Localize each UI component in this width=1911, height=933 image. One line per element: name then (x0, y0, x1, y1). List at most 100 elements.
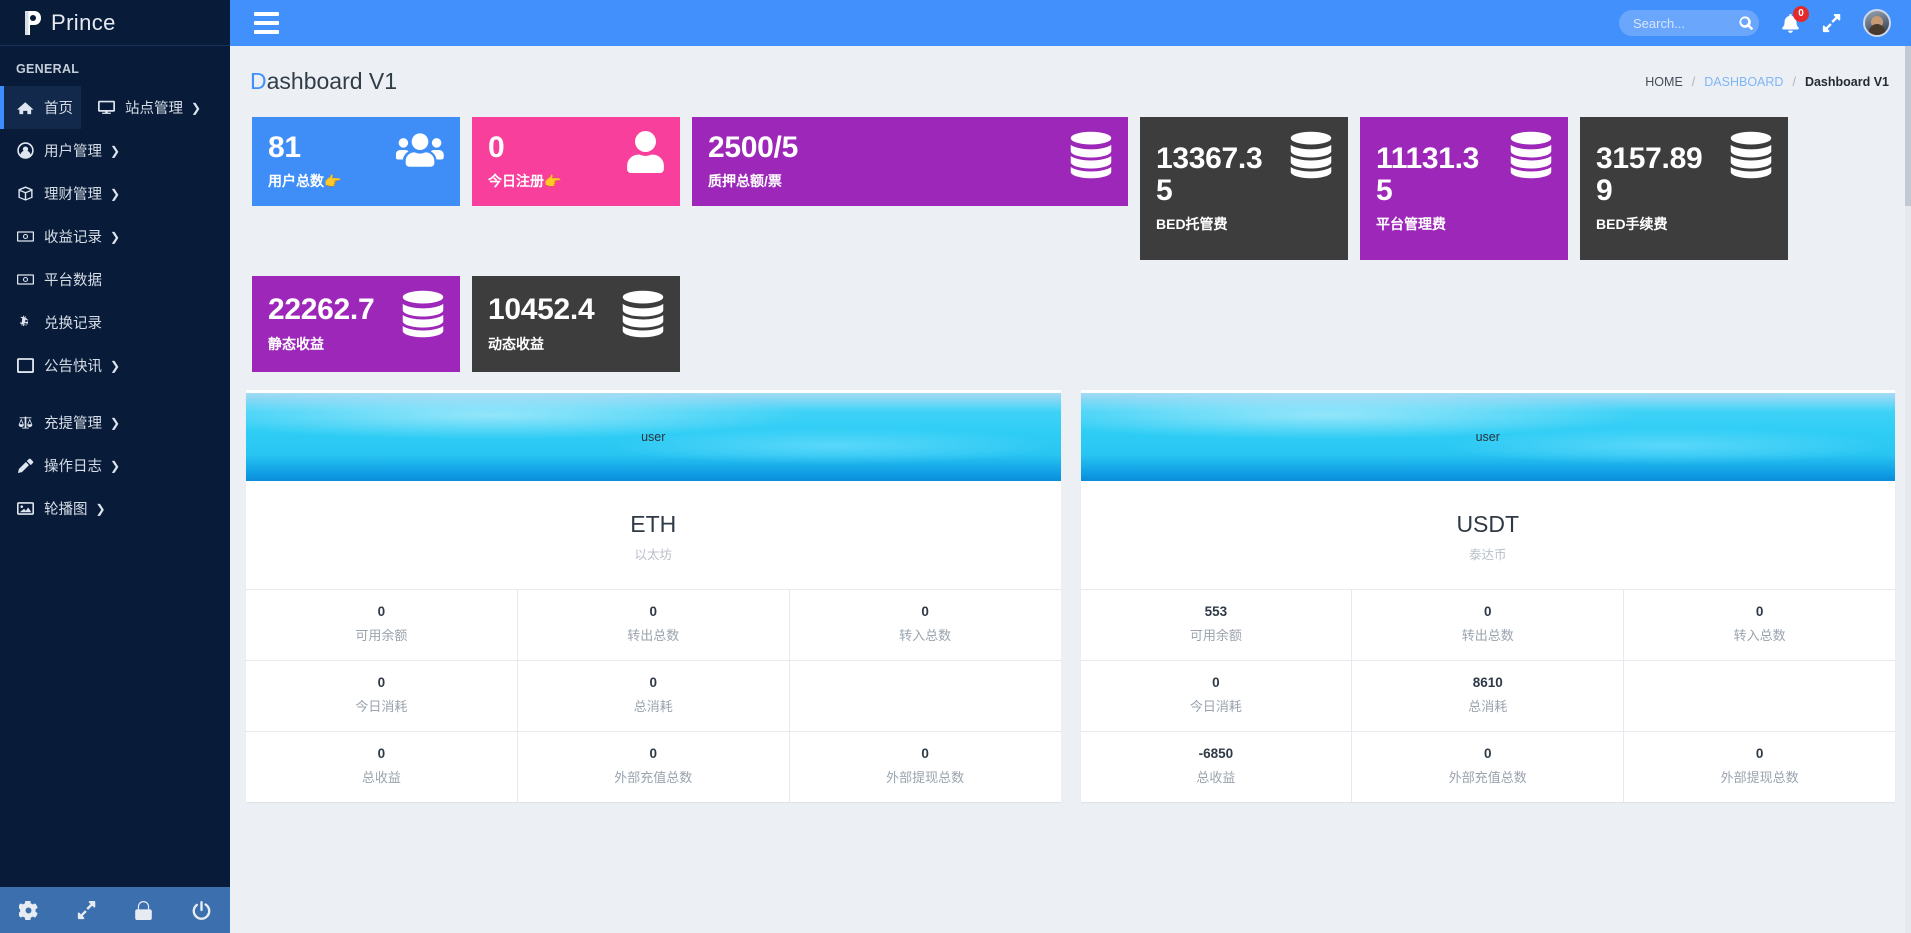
panel-heading: ETH 以太坊 (246, 481, 1061, 589)
panel-heading: USDT 泰达币 (1081, 481, 1896, 589)
home-icon (16, 99, 34, 117)
monitor-icon (97, 99, 115, 117)
stat-card-static-earnings[interactable]: 22262.7 静态收益 (252, 276, 460, 372)
panel-stat-label: 今日消耗 (1189, 699, 1242, 714)
topbar-actions: 0 (1619, 5, 1891, 37)
breadcrumb-separator: / (1691, 74, 1696, 89)
sidebar-item-label: 用户管理 (44, 144, 102, 160)
panel-stat-value: 0 (649, 604, 657, 619)
stat-card-label: 平台管理费 (1376, 216, 1446, 233)
image-icon (16, 500, 34, 518)
panel-stat-value: 0 (1755, 746, 1764, 761)
panel-stat-label: 总消耗 (1468, 699, 1508, 714)
page-title: Dashboard V1 (250, 68, 397, 95)
panel-stat-value: 0 (1483, 746, 1492, 761)
search-input[interactable] (1633, 15, 1733, 31)
main-area: 0 Dashboard V1 HOME / DASHBOARD / Dashbo (230, 0, 1911, 933)
expand-arrows-icon (77, 901, 96, 920)
stat-card-grid: 81 用户总数👉 0 今日注册👉 2500/5 质押总额/票 13367.35 (230, 101, 1911, 380)
notifications-button[interactable]: 0 (1781, 5, 1809, 33)
users-icon (396, 131, 444, 169)
sidebar-item-home[interactable]: 首页 (0, 86, 81, 129)
logout-button[interactable] (173, 901, 231, 920)
stat-card-label: 今日注册👉 (488, 171, 664, 191)
sidebar-nav: GENERAL 首页 站点管理 ❯ 用户管理 ❯ 理财管理 ❯ 收益记录 ❯ 平… (0, 46, 230, 887)
sidebar-item-deposit-withdraw[interactable]: 充提管理 ❯ (0, 401, 230, 444)
sidebar-item-earnings-record[interactable]: 收益记录 ❯ (0, 215, 230, 258)
brand[interactable]: Prince (0, 0, 230, 46)
sidebar-item-operation-log[interactable]: 操作日志 ❯ (0, 444, 230, 487)
sidebar-row-1: 首页 站点管理 ❯ (0, 86, 230, 129)
app-root: Prince GENERAL 首页 站点管理 ❯ 用户管理 ❯ 理财管理 ❯ 收… (0, 0, 1911, 933)
notification-count-badge: 0 (1793, 5, 1809, 22)
sidebar-item-label: 充提管理 (44, 416, 102, 432)
stat-card-today-registrations[interactable]: 0 今日注册👉 (472, 117, 680, 206)
stat-card-platform-management-fee[interactable]: 11131.35 平台管理费 (1360, 117, 1568, 260)
sidebar: Prince GENERAL 首页 站点管理 ❯ 用户管理 ❯ 理财管理 ❯ 收… (0, 0, 230, 933)
panel-stat-cell: 553 可用余额 (1081, 590, 1353, 660)
sidebar-item-finance-management[interactable]: 理财管理 ❯ (0, 172, 230, 215)
sidebar-item-site-management[interactable]: 站点管理 ❯ (81, 86, 209, 129)
panel-stat-value: 0 (377, 675, 386, 690)
panel-banner-username: user (641, 430, 666, 444)
window-icon (16, 357, 34, 375)
sidebar-item-label: 轮播图 (44, 502, 88, 518)
panel-stat-value: 553 (1204, 604, 1228, 619)
stat-card-dynamic-earnings[interactable]: 10452.4 动态收益 (472, 276, 680, 372)
hamburger-icon[interactable] (252, 8, 281, 38)
breadcrumb-separator: / (1792, 74, 1796, 89)
brand-name: Prince (51, 9, 116, 35)
expand-arrows-icon (1822, 14, 1841, 33)
panel-stat-label: 外部充值总数 (614, 770, 693, 785)
panel-stat-label: 可用余额 (1189, 628, 1242, 643)
lock-button[interactable] (115, 901, 173, 920)
sidebar-item-label: 平台数据 (44, 273, 102, 289)
fullscreen-button[interactable] (58, 901, 116, 920)
database-icon (402, 290, 444, 338)
panel-stat-value: 0 (649, 675, 657, 690)
avatar[interactable] (1863, 9, 1891, 37)
fullscreen-toggle[interactable] (1822, 14, 1841, 33)
stat-card-value: 2500/5 (708, 130, 798, 164)
panel-stat-cell: 0 今日消耗 (1081, 661, 1353, 731)
panel-stat-label: 今日消耗 (355, 699, 408, 714)
topbar: 0 (230, 0, 1911, 46)
stat-card-label: BED手续费 (1596, 216, 1668, 233)
breadcrumb-dashboard[interactable]: DASHBOARD (1704, 75, 1783, 89)
search-icon[interactable] (1739, 16, 1753, 30)
sidebar-item-announcements[interactable]: 公告快讯 ❯ (0, 344, 230, 387)
panel-stat-cell: 0 可用余额 (246, 590, 518, 660)
database-icon (1510, 131, 1552, 179)
sidebar-item-exchange-record[interactable]: 兑换记录 (0, 301, 230, 344)
chevron-right-icon: ❯ (110, 415, 121, 430)
page-scrollbar[interactable] (1905, 46, 1911, 933)
gear-icon (19, 901, 38, 920)
panel-stat-label: 可用余额 (355, 628, 408, 643)
panel-stat-value: -6850 (1198, 746, 1234, 761)
sidebar-section-label: GENERAL (16, 62, 80, 76)
stat-card-total-users[interactable]: 81 用户总数👉 (252, 117, 460, 206)
panel-stat-cell: 0 转入总数 (1624, 590, 1895, 660)
thumbs-up-icon: 👉 (544, 173, 562, 190)
stat-card-bed-custody-fee[interactable]: 13367.35 BED托管费 (1140, 117, 1348, 260)
stat-card-total-pledge[interactable]: 2500/5 质押总额/票 (692, 117, 1128, 206)
search-box[interactable] (1619, 10, 1759, 36)
settings-button[interactable] (0, 901, 58, 920)
sidebar-item-carousel[interactable]: 轮播图 ❯ (0, 487, 230, 530)
content-scroll-area: Dashboard V1 HOME / DASHBOARD / Dashboar… (230, 46, 1911, 933)
sidebar-item-user-management[interactable]: 用户管理 ❯ (0, 129, 230, 172)
stat-card-bed-service-fee[interactable]: 3157.899 BED手续费 (1580, 117, 1788, 260)
breadcrumb-home[interactable]: HOME (1645, 75, 1683, 89)
user-icon (627, 131, 664, 173)
panel-stat-value: 0 (1755, 604, 1764, 619)
sidebar-item-label: 兑换记录 (44, 316, 102, 332)
sidebar-item-label: 首页 (44, 101, 73, 117)
panel-subtitle: 泰达币 (1468, 548, 1507, 562)
sidebar-item-platform-data[interactable]: 平台数据 (0, 258, 230, 301)
sidebar-footer (0, 887, 230, 933)
panel-stat-cell: 0 总消耗 (518, 661, 790, 731)
page-scrollbar-thumb[interactable] (1905, 46, 1911, 206)
panel-stat-value: 0 (921, 746, 929, 761)
thumbs-up-icon: 👉 (324, 173, 342, 190)
panel-stat-label: 外部提现总数 (1720, 770, 1799, 785)
